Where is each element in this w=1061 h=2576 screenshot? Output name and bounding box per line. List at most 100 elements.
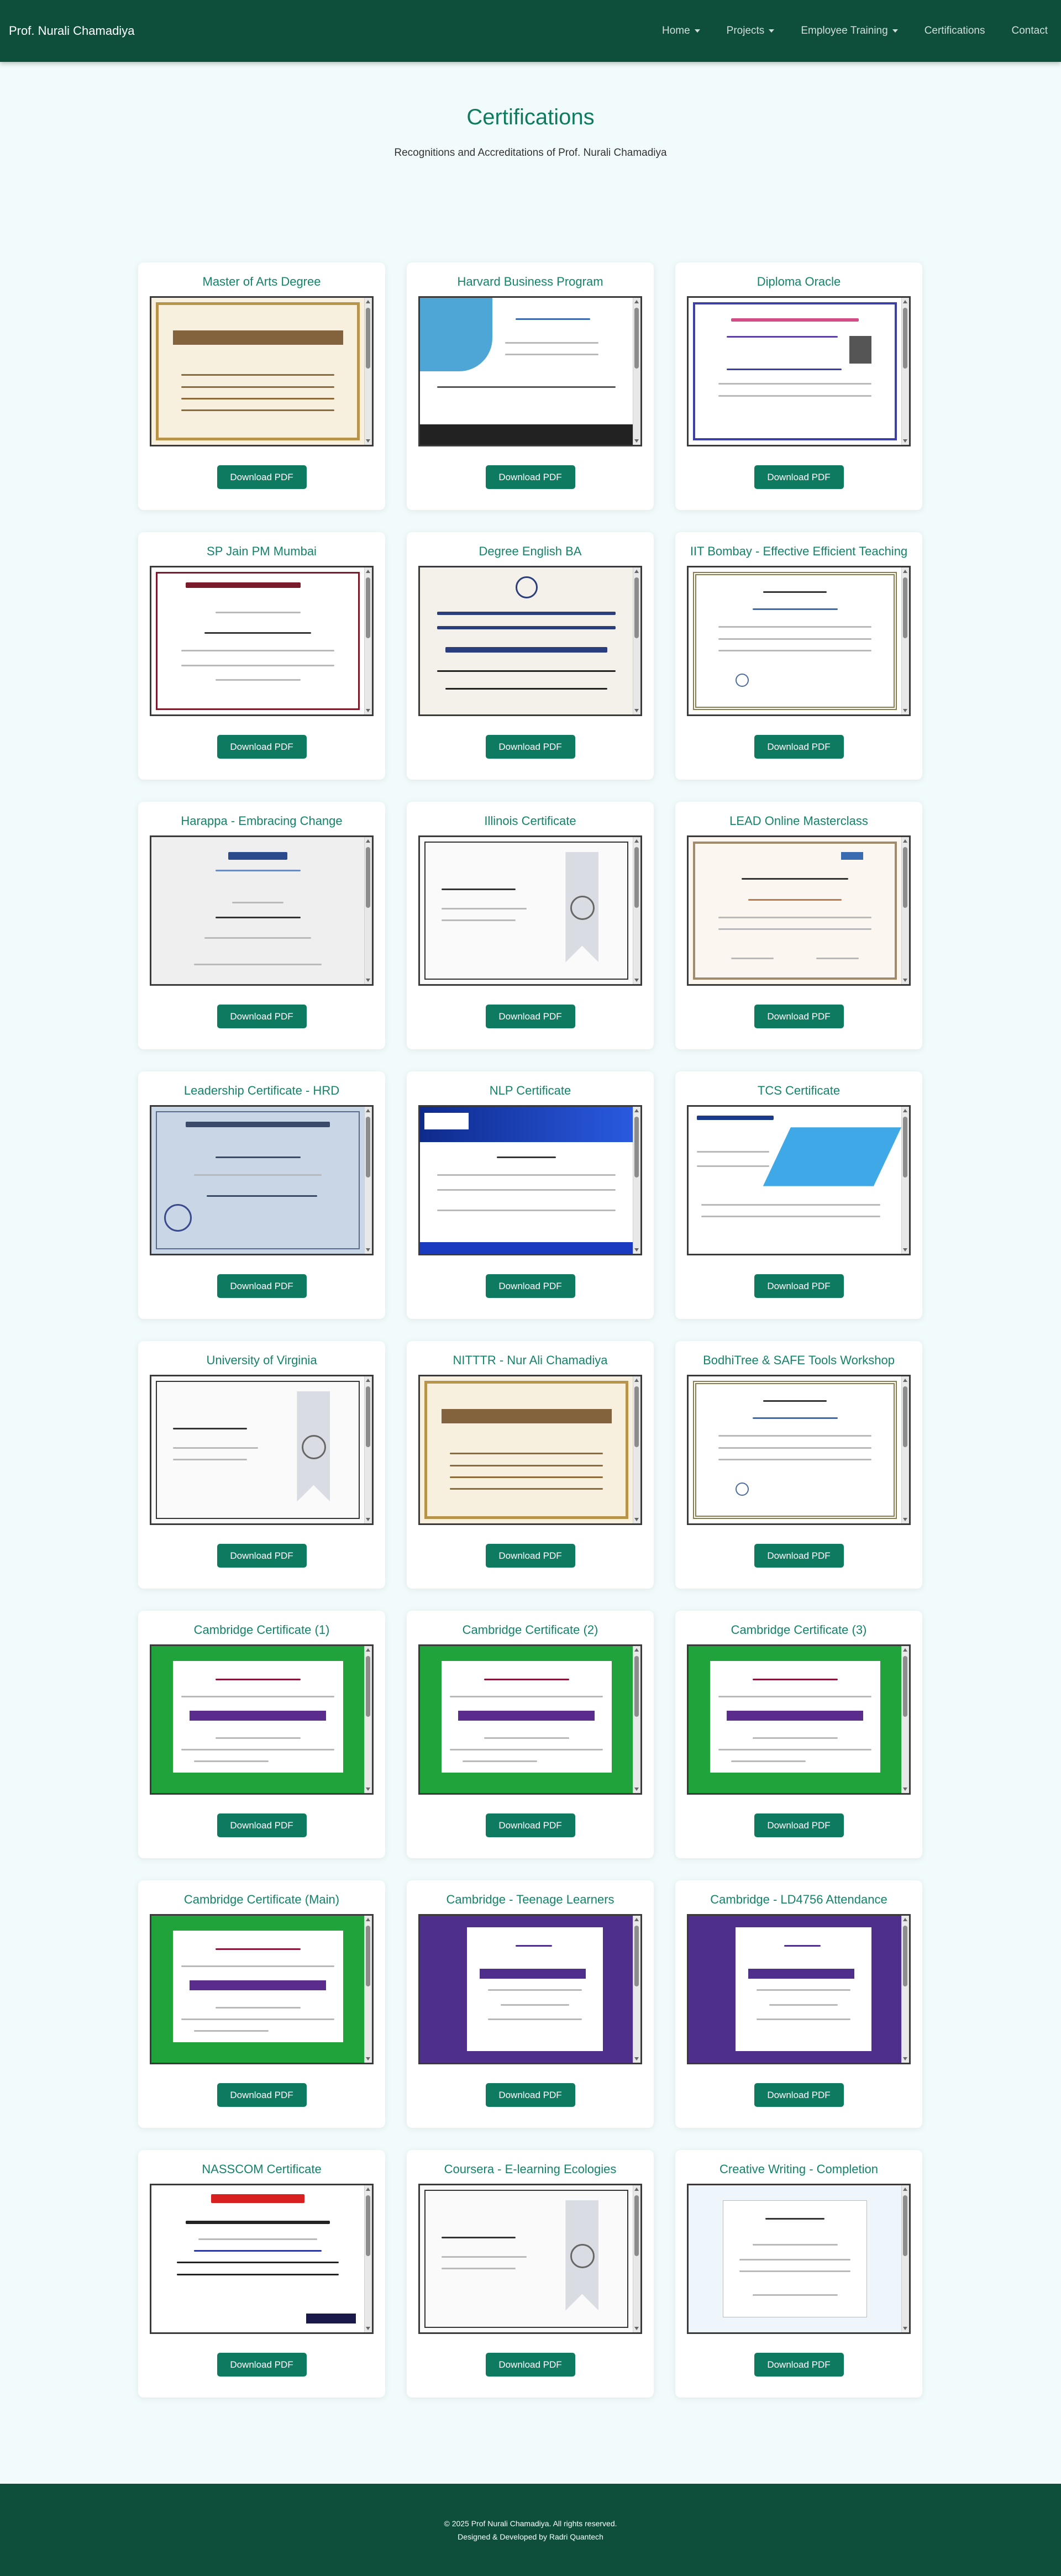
- scroll-thumb[interactable]: [366, 1656, 370, 1717]
- certificate-preview[interactable]: [687, 566, 911, 716]
- scroll-thumb[interactable]: [366, 1117, 370, 1177]
- scroll-up-icon[interactable]: [634, 300, 639, 303]
- scroll-down-icon[interactable]: [366, 1518, 370, 1521]
- scroll-down-icon[interactable]: [366, 1788, 370, 1791]
- preview-scrollbar[interactable]: [901, 298, 909, 445]
- preview-scrollbar[interactable]: [901, 567, 909, 714]
- scroll-thumb[interactable]: [903, 2195, 907, 2256]
- certificate-preview[interactable]: [687, 2184, 911, 2334]
- certificate-preview[interactable]: [150, 1644, 374, 1795]
- scroll-thumb[interactable]: [634, 1386, 639, 1447]
- preview-scrollbar[interactable]: [901, 837, 909, 984]
- scroll-up-icon[interactable]: [903, 1379, 907, 1382]
- nav-projects[interactable]: Projects: [713, 25, 788, 37]
- download-pdf-button[interactable]: Download PDF: [754, 2083, 844, 2107]
- preview-scrollbar[interactable]: [633, 1916, 640, 2063]
- download-pdf-button[interactable]: Download PDF: [217, 465, 307, 489]
- certificate-preview[interactable]: [687, 1105, 911, 1255]
- scroll-down-icon[interactable]: [366, 1248, 370, 1252]
- scroll-down-icon[interactable]: [903, 2327, 907, 2330]
- preview-scrollbar[interactable]: [633, 298, 640, 445]
- scroll-down-icon[interactable]: [903, 1788, 907, 1791]
- scroll-down-icon[interactable]: [903, 2057, 907, 2060]
- scroll-thumb[interactable]: [903, 1386, 907, 1447]
- scroll-down-icon[interactable]: [634, 2327, 639, 2330]
- preview-scrollbar[interactable]: [633, 1646, 640, 1793]
- scroll-up-icon[interactable]: [366, 2188, 370, 2191]
- scroll-up-icon[interactable]: [903, 839, 907, 843]
- brand-logo-text[interactable]: Prof. Nurali Chamadiya: [9, 24, 134, 38]
- scroll-thumb[interactable]: [903, 1926, 907, 1986]
- scroll-up-icon[interactable]: [366, 1918, 370, 1921]
- certificate-preview[interactable]: [418, 566, 642, 716]
- scroll-up-icon[interactable]: [903, 300, 907, 303]
- preview-scrollbar[interactable]: [633, 2185, 640, 2332]
- certificate-preview[interactable]: [150, 835, 374, 986]
- download-pdf-button[interactable]: Download PDF: [217, 1005, 307, 1028]
- certificate-preview[interactable]: [687, 1644, 911, 1795]
- download-pdf-button[interactable]: Download PDF: [485, 465, 575, 489]
- scroll-thumb[interactable]: [366, 1386, 370, 1447]
- scroll-thumb[interactable]: [903, 847, 907, 908]
- scroll-down-icon[interactable]: [634, 1248, 639, 1252]
- preview-scrollbar[interactable]: [364, 1376, 372, 1523]
- nav-certifications[interactable]: Certifications: [911, 25, 999, 37]
- scroll-thumb[interactable]: [366, 308, 370, 369]
- certificate-preview[interactable]: [687, 296, 911, 446]
- scroll-down-icon[interactable]: [903, 709, 907, 712]
- scroll-up-icon[interactable]: [634, 570, 639, 573]
- scroll-down-icon[interactable]: [903, 979, 907, 982]
- scroll-down-icon[interactable]: [366, 2057, 370, 2060]
- download-pdf-button[interactable]: Download PDF: [754, 1274, 844, 1298]
- nav-employee-training[interactable]: Employee Training: [787, 25, 911, 37]
- download-pdf-button[interactable]: Download PDF: [485, 1005, 575, 1028]
- preview-scrollbar[interactable]: [901, 1646, 909, 1793]
- scroll-down-icon[interactable]: [366, 979, 370, 982]
- preview-scrollbar[interactable]: [633, 567, 640, 714]
- download-pdf-button[interactable]: Download PDF: [754, 1544, 844, 1568]
- scroll-thumb[interactable]: [366, 2195, 370, 2256]
- certificate-preview[interactable]: [687, 1375, 911, 1525]
- download-pdf-button[interactable]: Download PDF: [217, 1274, 307, 1298]
- nav-contact[interactable]: Contact: [999, 25, 1052, 37]
- scroll-up-icon[interactable]: [366, 570, 370, 573]
- preview-scrollbar[interactable]: [901, 1916, 909, 2063]
- scroll-thumb[interactable]: [634, 1926, 639, 1986]
- scroll-up-icon[interactable]: [366, 300, 370, 303]
- download-pdf-button[interactable]: Download PDF: [485, 1813, 575, 1837]
- preview-scrollbar[interactable]: [364, 837, 372, 984]
- preview-scrollbar[interactable]: [364, 1916, 372, 2063]
- scroll-thumb[interactable]: [366, 577, 370, 638]
- scroll-thumb[interactable]: [634, 1656, 639, 1717]
- scroll-down-icon[interactable]: [634, 439, 639, 443]
- certificate-preview[interactable]: [687, 1914, 911, 2064]
- certificate-preview[interactable]: [418, 1644, 642, 1795]
- certificate-preview[interactable]: [418, 1375, 642, 1525]
- certificate-preview[interactable]: [418, 1105, 642, 1255]
- certificate-preview[interactable]: [150, 296, 374, 446]
- scroll-up-icon[interactable]: [366, 1109, 370, 1112]
- preview-scrollbar[interactable]: [633, 1107, 640, 1254]
- certificate-preview[interactable]: [150, 1914, 374, 2064]
- scroll-down-icon[interactable]: [634, 709, 639, 712]
- download-pdf-button[interactable]: Download PDF: [217, 1813, 307, 1837]
- download-pdf-button[interactable]: Download PDF: [485, 2083, 575, 2107]
- certificate-preview[interactable]: [418, 296, 642, 446]
- scroll-up-icon[interactable]: [366, 1648, 370, 1652]
- preview-scrollbar[interactable]: [364, 298, 372, 445]
- scroll-up-icon[interactable]: [903, 570, 907, 573]
- download-pdf-button[interactable]: Download PDF: [485, 1274, 575, 1298]
- preview-scrollbar[interactable]: [901, 2185, 909, 2332]
- scroll-up-icon[interactable]: [366, 839, 370, 843]
- certificate-preview[interactable]: [687, 835, 911, 986]
- preview-scrollbar[interactable]: [901, 1376, 909, 1523]
- download-pdf-button[interactable]: Download PDF: [754, 1813, 844, 1837]
- download-pdf-button[interactable]: Download PDF: [485, 2353, 575, 2377]
- scroll-up-icon[interactable]: [903, 1918, 907, 1921]
- download-pdf-button[interactable]: Download PDF: [754, 1005, 844, 1028]
- download-pdf-button[interactable]: Download PDF: [217, 2353, 307, 2377]
- scroll-down-icon[interactable]: [634, 1788, 639, 1791]
- scroll-thumb[interactable]: [903, 308, 907, 369]
- download-pdf-button[interactable]: Download PDF: [754, 465, 844, 489]
- scroll-thumb[interactable]: [634, 2195, 639, 2256]
